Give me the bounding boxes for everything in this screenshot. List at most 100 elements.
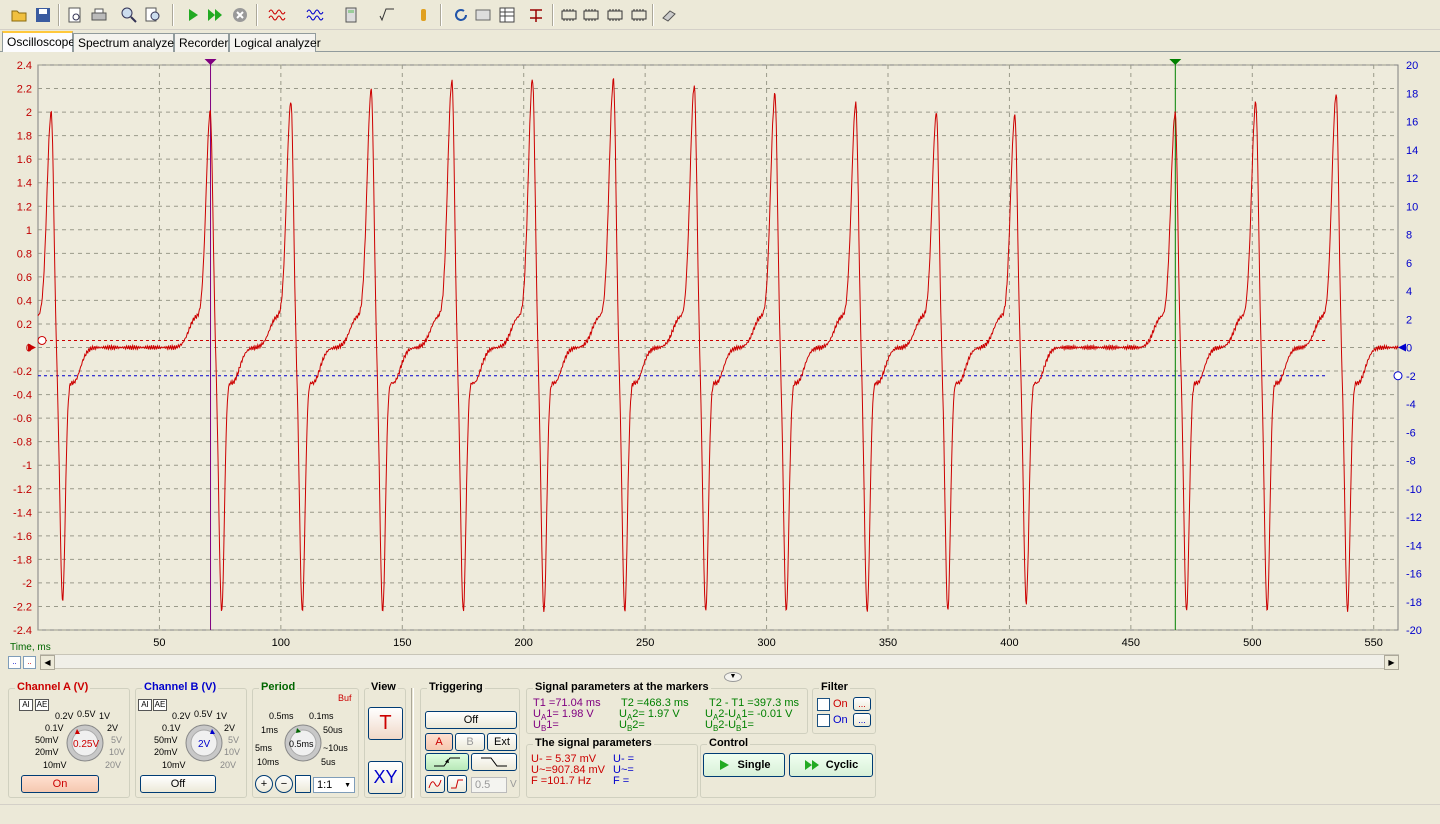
stop-icon[interactable]	[229, 4, 251, 26]
y-left-tick-label: 1.8	[17, 131, 32, 143]
y-left-tick-label: 1	[26, 225, 32, 237]
y-left-tick-label: -2.2	[13, 601, 32, 613]
y-right-tick-label: -6	[1406, 427, 1416, 439]
scroll-right-arrow-icon[interactable]: ▶	[1384, 655, 1399, 670]
marker-icon[interactable]	[525, 4, 547, 26]
channel-a-scale-label: 10V	[109, 747, 126, 757]
run-fast-icon[interactable]	[204, 4, 226, 26]
open-icon[interactable]	[8, 4, 30, 26]
trigger-mode-button[interactable]: Off	[425, 711, 517, 729]
channel-b-scale-label: 10V	[224, 747, 241, 757]
tab-oscilloscope[interactable]: Oscilloscope	[2, 31, 75, 53]
trigger-level-unit: V	[510, 779, 517, 790]
zoom-in-icon[interactable]: +	[255, 775, 273, 793]
trigger-auto-icon[interactable]	[425, 775, 445, 793]
channel-a-scale-label: 0.5V	[77, 709, 96, 719]
single-button[interactable]: Single	[703, 753, 785, 777]
x-tick-label: 500	[1243, 637, 1261, 649]
filter-group: Filter On ... On ...	[812, 681, 876, 734]
print-icon[interactable]	[88, 4, 110, 26]
channel-b-off-button[interactable]: Off	[140, 775, 216, 793]
trigger-rising-edge-icon[interactable]	[425, 753, 469, 771]
marker-parameters-group: Signal parameters at the markers T1 =71.…	[526, 681, 808, 734]
filter-a-checkbox[interactable]	[817, 698, 830, 711]
marker-parameters-title: Signal parameters at the markers	[533, 681, 711, 693]
view-t-button[interactable]: T	[368, 707, 403, 740]
page-icon[interactable]	[295, 775, 311, 793]
plot-grid	[37, 64, 1399, 631]
filter-title: Filter	[819, 681, 850, 693]
s232-icon[interactable]	[628, 4, 650, 26]
y-left-tick-label: 1.4	[17, 178, 32, 190]
channel-a-ac-icon[interactable]: AI	[19, 699, 33, 711]
channel-b-level-handle	[1393, 371, 1403, 381]
zoom-icon[interactable]	[118, 4, 140, 26]
generator-a-icon[interactable]	[266, 4, 288, 26]
x-tick-label: 150	[393, 637, 411, 649]
view-xy-button[interactable]: XY	[368, 761, 403, 794]
generator-b-icon[interactable]	[304, 4, 326, 26]
y-right-tick-label: 18	[1406, 88, 1418, 100]
time-scrollbar[interactable]: ◀ ▶	[40, 654, 1399, 670]
tab-recorder[interactable]: Recorder	[174, 33, 229, 52]
y-left-tick-label: -2.4	[13, 625, 32, 637]
display-icon[interactable]	[472, 4, 494, 26]
probe-icon[interactable]	[412, 4, 434, 26]
control-group: Control Single Cyclic	[700, 737, 876, 798]
pin-icon[interactable]	[558, 4, 580, 26]
y-right-tick-label: 16	[1406, 117, 1418, 129]
scroll-option-a-button[interactable]: ..	[8, 656, 21, 669]
y-right-tick-label: -18	[1406, 597, 1422, 609]
trigger-manual-icon[interactable]	[447, 775, 467, 793]
oscilloscope-plot[interactable]: 2.4 2.2 2 1.8 1.6 1.4 1.2 1 0.8 0.6 0.4 0.2 0 -0.2 -0.…	[0, 52, 1440, 674]
x-tick-label: 400	[1000, 637, 1018, 649]
zoom-page-icon[interactable]	[142, 4, 164, 26]
channel-b-scale-label: 0.1V	[162, 723, 181, 733]
buffer-label: Buf	[338, 693, 352, 703]
filter-b-checkbox[interactable]	[817, 714, 830, 727]
trigger-falling-edge-icon[interactable]	[471, 753, 517, 771]
y-right-tick-label: -20	[1406, 625, 1422, 637]
collapse-panel-icon[interactable]: ▼	[724, 672, 742, 682]
channel-b-ac-icon[interactable]: AI	[138, 699, 152, 711]
trigger-level-input[interactable]: 0.5	[471, 777, 507, 793]
channel-a-on-button[interactable]: On	[21, 775, 99, 793]
period-scale-label: ~10us	[323, 743, 348, 753]
scroll-left-arrow-icon[interactable]: ◀	[40, 655, 55, 670]
print-preview-icon[interactable]	[64, 4, 86, 26]
i2c-icon[interactable]	[604, 4, 626, 26]
trigger-source-b-button[interactable]: B	[455, 733, 485, 751]
trigger-source-a-button[interactable]: A	[425, 733, 453, 751]
scroll-option-b-button[interactable]: ..	[23, 656, 36, 669]
x-tick-label: 300	[757, 637, 775, 649]
run-icon[interactable]	[182, 4, 204, 26]
refresh-icon[interactable]	[450, 4, 472, 26]
tab-logical-analyzer[interactable]: Logical analyzer	[229, 33, 321, 52]
y-right-tick-label: -10	[1406, 484, 1422, 496]
channel-a-scale-label: 0.1V	[45, 723, 64, 733]
save-icon[interactable]	[32, 4, 54, 26]
math-icon[interactable]	[376, 4, 398, 26]
y-left-tick-label: -1.6	[13, 531, 32, 543]
tab-spectrum-analyzer[interactable]: Spectrum analyzer	[73, 33, 178, 52]
channel-a-dc-icon[interactable]: AE	[35, 699, 49, 711]
zoom-out-icon[interactable]: −	[275, 775, 293, 793]
filter-b-more-button[interactable]: ...	[853, 713, 871, 727]
plot-canvas[interactable]: 2.4 2.2 2 1.8 1.6 1.4 1.2 1 0.8 0.6 0.4 0.2 0 -0.2 -0.…	[0, 52, 1440, 654]
eraser-icon[interactable]	[658, 4, 680, 26]
table-icon[interactable]	[496, 4, 518, 26]
ratio-select[interactable]: 1:1 ▼	[313, 777, 355, 793]
calculator-icon[interactable]	[340, 4, 362, 26]
trigger-level-handle	[37, 335, 47, 345]
y-left-tick-label: -0.2	[13, 366, 32, 378]
spd-icon[interactable]	[580, 4, 602, 26]
cyclic-button[interactable]: Cyclic	[789, 753, 873, 777]
y-right-tick-label: 2	[1406, 314, 1412, 326]
y-left-tick-label: 2.4	[17, 60, 32, 72]
filter-a-more-button[interactable]: ...	[853, 697, 871, 711]
marker-dua-value: -0.01 V	[756, 708, 793, 720]
channel-b-dc-icon[interactable]: AE	[153, 699, 167, 711]
trigger-source-ext-button[interactable]: Ext	[487, 733, 517, 751]
channel-b-zero-marker-icon	[1398, 343, 1406, 352]
triggering-group: Triggering Off A B Ext 0.5 V	[420, 681, 520, 798]
